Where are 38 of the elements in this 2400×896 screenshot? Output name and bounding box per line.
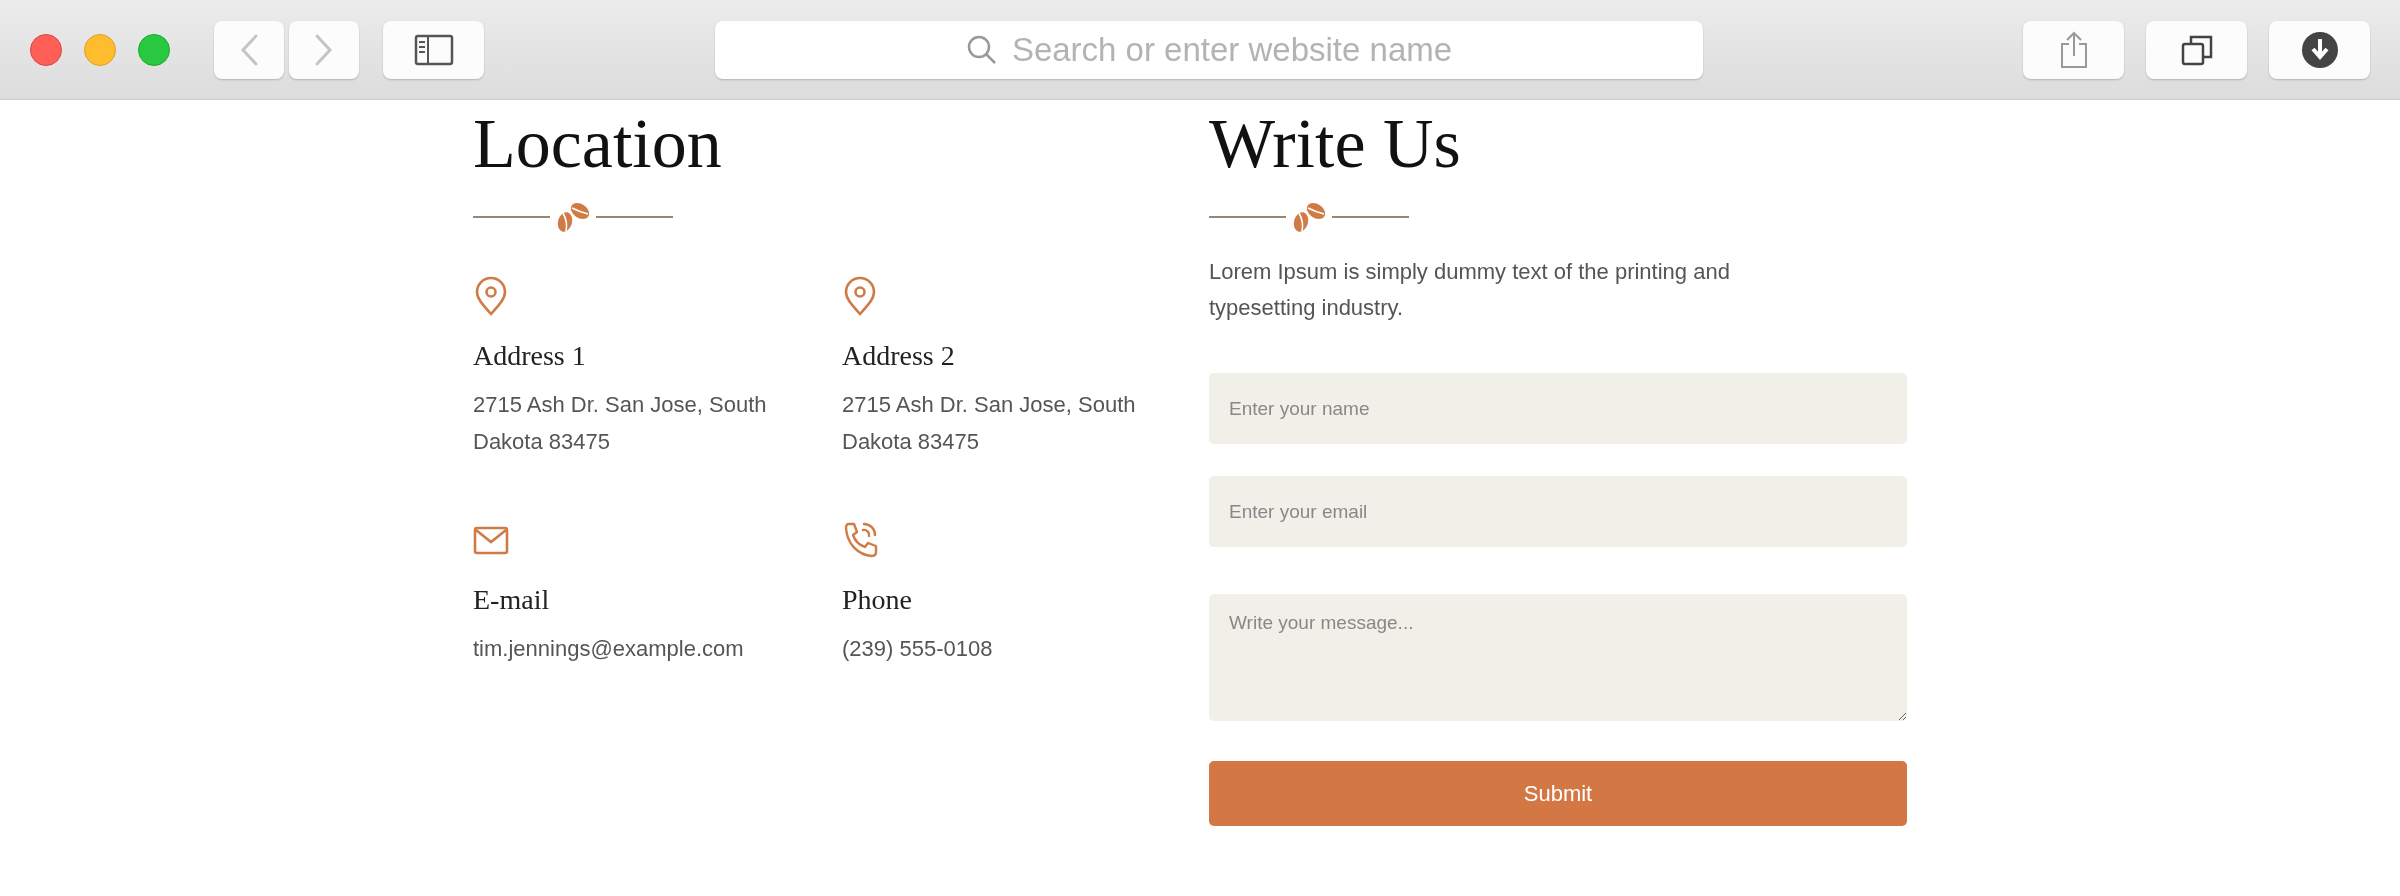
- contact-detail: (239) 555-0108: [842, 635, 994, 663]
- location-pin-icon: [842, 276, 878, 316]
- contact-detail: 2715 Ash Dr. San Jose, South Dakota 83475: [473, 391, 768, 456]
- share-button[interactable]: [2023, 20, 2124, 79]
- address-placeholder: Search or enter website name: [1011, 30, 1453, 69]
- minimize-window-button[interactable]: [84, 33, 116, 66]
- chevron-left-icon: [239, 32, 259, 67]
- input-field[interactable]: Enter your name: [1209, 373, 1907, 444]
- coffee-bean-divider-icon: [1209, 200, 1409, 234]
- back-button[interactable]: [214, 20, 284, 79]
- sidebar-icon: [413, 33, 454, 66]
- phone-icon: [842, 520, 878, 560]
- chevron-right-icon: [314, 32, 334, 67]
- location-pin-icon: [473, 276, 509, 316]
- submit-button[interactable]: Submit: [1209, 761, 1907, 826]
- contact-label: Address 2: [842, 340, 956, 372]
- close-window-button[interactable]: [30, 33, 62, 66]
- forward-button[interactable]: [289, 20, 359, 79]
- tabs-button[interactable]: [2146, 20, 2247, 79]
- search-icon: [965, 33, 998, 66]
- contact-label: E-mail: [473, 584, 551, 616]
- zoom-window-button[interactable]: [138, 33, 170, 66]
- contact-detail: tim.jennings@example.com: [473, 635, 745, 663]
- address-bar[interactable]: Search or enter website name: [715, 20, 1703, 79]
- message-field[interactable]: Write your message...: [1209, 594, 1907, 721]
- tabs-icon: [2180, 33, 2213, 66]
- coffee-bean-divider-icon: [473, 200, 673, 234]
- contact-label: Address 1: [473, 340, 587, 372]
- input-field[interactable]: Enter your email: [1209, 476, 1907, 547]
- download-icon: [2300, 30, 2339, 69]
- share-icon: [2058, 30, 2089, 69]
- downloads-button[interactable]: [2269, 20, 2370, 79]
- contact-detail: 2715 Ash Dr. San Jose, South Dakota 83475: [842, 391, 1137, 456]
- section-heading: Location: [473, 104, 723, 184]
- sidebar-button[interactable]: [383, 20, 484, 79]
- description-text: Lorem Ipsum is simply dummy text of the printing and typesetting industry.: [1209, 258, 1731, 322]
- section-heading: Write Us: [1209, 104, 1462, 184]
- contact-label: Phone: [842, 584, 913, 616]
